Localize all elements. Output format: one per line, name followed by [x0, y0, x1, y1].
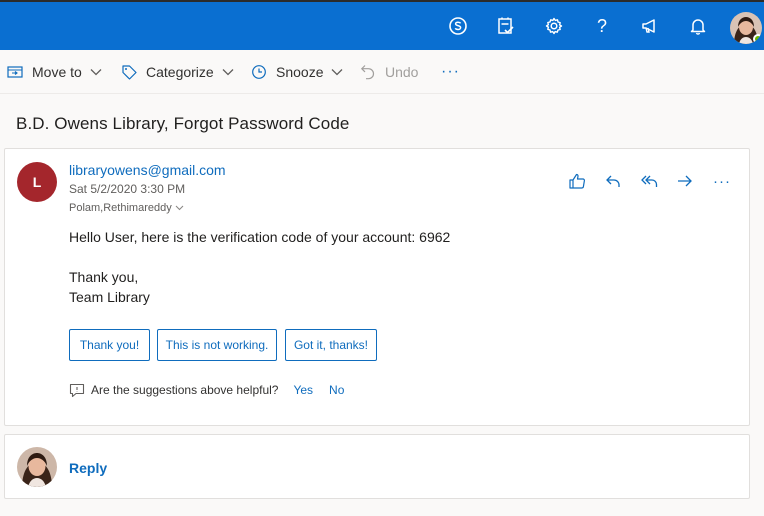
- move-to-label: Move to: [32, 64, 82, 80]
- reply-button[interactable]: Reply: [69, 460, 107, 476]
- message-date: Sat 5/2/2020 3:30 PM: [69, 182, 186, 196]
- move-to-button[interactable]: Move to: [6, 50, 102, 94]
- chevron-down-icon: [331, 68, 343, 76]
- message-subject: B.D. Owens Library, Forgot Password Code: [16, 114, 350, 133]
- top-header-bar: ?: [0, 0, 764, 50]
- chevron-down-icon: [222, 68, 234, 76]
- reply-all-icon[interactable]: [639, 171, 659, 191]
- feedback-no-link[interactable]: No: [329, 383, 344, 397]
- command-bar: Move to Categorize Snooze Undo ···: [0, 50, 764, 94]
- chevron-down-icon: [90, 68, 102, 76]
- message-more-button[interactable]: ···: [711, 171, 733, 191]
- undo-icon: [359, 63, 377, 81]
- more-actions-button[interactable]: ···: [441, 50, 460, 94]
- sender-email[interactable]: libraryowens@gmail.com: [69, 162, 226, 178]
- recipient-line[interactable]: Polam,Rethimareddy: [69, 202, 184, 214]
- snooze-label: Snooze: [276, 64, 324, 80]
- categorize-label: Categorize: [146, 64, 214, 80]
- folder-move-icon: [6, 63, 24, 81]
- like-icon[interactable]: [567, 171, 587, 191]
- skype-icon[interactable]: [446, 14, 470, 38]
- sender-avatar[interactable]: L: [17, 162, 57, 202]
- clock-icon: [250, 63, 268, 81]
- feedback-question: Are the suggestions above helpful?: [91, 383, 279, 397]
- suggested-reply-thank-you[interactable]: Thank you!: [69, 329, 150, 361]
- suggested-reply-got-it[interactable]: Got it, thanks!: [285, 329, 377, 361]
- reply-user-avatar: [17, 447, 57, 487]
- feedback-yes-link[interactable]: Yes: [293, 383, 313, 397]
- body-thanks-line: Thank you,: [69, 269, 139, 285]
- bell-icon[interactable]: [686, 14, 710, 38]
- undo-button[interactable]: Undo: [359, 50, 418, 94]
- reply-icon[interactable]: [603, 171, 623, 191]
- help-glyph: ?: [596, 15, 607, 36]
- settings-gear-icon[interactable]: [542, 14, 566, 38]
- message-card: L libraryowens@gmail.com Sat 5/2/2020 3:…: [4, 148, 750, 426]
- suggested-reply-not-working[interactable]: This is not working.: [157, 329, 277, 361]
- undo-label: Undo: [385, 64, 419, 80]
- tag-icon: [120, 63, 138, 81]
- suggestion-feedback: Are the suggestions above helpful? Yes N…: [69, 382, 344, 398]
- reply-card[interactable]: Reply: [4, 434, 750, 499]
- presence-badge: [753, 34, 762, 44]
- categorize-button[interactable]: Categorize: [120, 50, 234, 94]
- recipient-name: Polam,Rethimareddy: [69, 202, 172, 214]
- chevron-down-icon: [175, 205, 184, 211]
- forward-icon[interactable]: [675, 171, 695, 191]
- more-actions-label: ···: [441, 63, 460, 80]
- help-icon[interactable]: ?: [590, 14, 614, 38]
- megaphone-icon[interactable]: [638, 14, 662, 38]
- body-signature-line: Team Library: [69, 289, 150, 305]
- body-verification-line: Hello User, here is the verification cod…: [69, 229, 451, 245]
- comment-icon: [69, 382, 85, 398]
- user-avatar[interactable]: [730, 12, 762, 44]
- message-more-label: ···: [713, 172, 731, 190]
- tasks-icon[interactable]: [494, 14, 518, 38]
- snooze-button[interactable]: Snooze: [250, 50, 343, 94]
